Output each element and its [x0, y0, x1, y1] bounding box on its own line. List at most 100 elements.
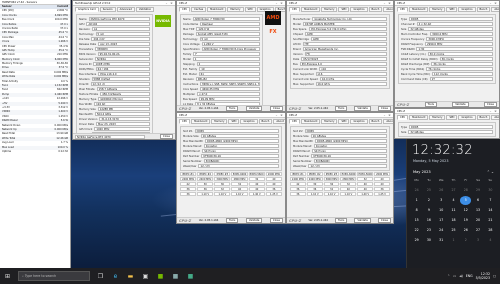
tab-item[interactable]: Bench: [258, 119, 273, 124]
gpuz-tabs[interactable]: Graphics Card Sensors Advanced Validation: [73, 6, 175, 13]
tab-item[interactable]: SPD: [244, 7, 256, 12]
close-icon[interactable]: ×: [388, 113, 391, 117]
tab-item[interactable]: About: [383, 7, 393, 12]
validate-button[interactable]: Validate: [452, 102, 469, 107]
cpuz-spd-window-slot1[interactable]: CPU-Z – × CPU Mainboard Memory SPD Graphics Ben…: [176, 112, 286, 224]
tab-item[interactable]: Sensors: [99, 7, 116, 12]
chevron-down-icon[interactable]: ⌄: [491, 170, 494, 174]
tab-item[interactable]: Graphics: [240, 119, 258, 124]
calendar-day[interactable]: 14: [485, 206, 496, 215]
tab-item[interactable]: About: [491, 115, 499, 120]
tab-item[interactable]: Graphics: [458, 7, 476, 12]
calendar-day[interactable]: 28: [460, 186, 471, 195]
calendar-day[interactable]: 27: [472, 226, 483, 235]
close-icon[interactable]: ×: [494, 1, 497, 5]
calendar-day[interactable]: 8: [411, 206, 422, 215]
tab-item[interactable]: Memory: [227, 7, 244, 12]
calendar-day[interactable]: 24: [411, 186, 422, 195]
close-button[interactable]: Close: [377, 218, 391, 223]
calendar-day[interactable]: 22: [411, 226, 422, 235]
windows-start-icon[interactable]: ⊞: [3, 272, 12, 281]
tab-item[interactable]: Bench: [476, 7, 491, 12]
minimize-icon[interactable]: –: [275, 1, 278, 5]
tab-item[interactable]: About: [383, 119, 393, 124]
language-indicator[interactable]: ENG: [466, 274, 473, 278]
minimize-icon[interactable]: –: [489, 1, 492, 5]
tab-item[interactable]: Memory: [321, 7, 338, 12]
calendar-day[interactable]: 3: [436, 196, 447, 205]
tools-button[interactable]: Tools: [334, 106, 348, 111]
validate-button[interactable]: Validate: [245, 106, 263, 111]
tab-item[interactable]: SPD: [338, 7, 350, 12]
tab-item[interactable]: About: [491, 7, 499, 12]
hwinfo-app-icon[interactable]: ■: [186, 272, 195, 281]
close-icon[interactable]: ×: [170, 1, 173, 5]
minimize-icon[interactable]: –: [165, 1, 168, 5]
calendar-day[interactable]: 2: [460, 236, 471, 245]
calendar-day[interactable]: 11: [448, 206, 459, 215]
tab-item[interactable]: Bench: [368, 119, 383, 124]
tools-button[interactable]: Tools: [225, 106, 239, 111]
gpu-select[interactable]: NVIDIA GeForce RTX 4070: [75, 134, 145, 139]
close-button[interactable]: Close: [377, 106, 391, 111]
tab-item[interactable]: Mainboard: [207, 7, 227, 12]
tab-item[interactable]: CPU: [179, 119, 191, 124]
validate-button[interactable]: Validate: [245, 218, 263, 223]
minimize-icon[interactable]: –: [489, 109, 492, 113]
tab-item[interactable]: Memory: [211, 119, 228, 124]
minimize-icon[interactable]: –: [383, 1, 386, 5]
calendar-day[interactable]: 4: [485, 236, 496, 245]
tab-item[interactable]: Graphics: [350, 119, 368, 124]
calendar-day[interactable]: 19: [460, 216, 471, 225]
calendar-day[interactable]: 16: [423, 216, 434, 225]
calendar-day[interactable]: 12: [460, 206, 471, 215]
calendar-day[interactable]: 13: [472, 206, 483, 215]
folder-icon[interactable]: ▬: [126, 272, 135, 281]
tab-item[interactable]: Caches: [191, 7, 207, 12]
calendar-day[interactable]: 29: [472, 186, 483, 195]
gpuz-app-icon[interactable]: ■: [156, 272, 165, 281]
tab-item[interactable]: Bench: [368, 7, 383, 12]
calendar-day[interactable]: 30: [423, 236, 434, 245]
validate-button[interactable]: Validate: [354, 106, 371, 111]
tab-item[interactable]: SPD: [228, 119, 240, 124]
calendar-day[interactable]: 3: [472, 236, 483, 245]
cpuz-spd-window-slot2[interactable]: CPU-Z – × CPU Mainboard Memory SPD Graphics Ben…: [286, 112, 394, 224]
search-box[interactable]: ⌕ Type here to search: [18, 271, 90, 281]
tab-item[interactable]: Mainboard: [301, 119, 321, 124]
minimize-icon[interactable]: –: [383, 113, 386, 117]
tab-item[interactable]: CPU: [289, 119, 301, 124]
taskbar-clock[interactable]: 12:32 5/5/2023: [476, 272, 490, 280]
cpuz-tabs[interactable]: CPUMainboardMemorySPDGraphicsBenchAbout: [177, 118, 285, 125]
sensor-list[interactable]: Sensor Current CPU [#0] 2,890 °C Core Clocks…: [0, 5, 70, 154]
calendar-day[interactable]: 7: [485, 196, 496, 205]
close-icon[interactable]: ×: [280, 113, 283, 117]
tools-button[interactable]: Tools: [225, 218, 239, 223]
calendar-day[interactable]: 29: [411, 236, 422, 245]
network-icon[interactable]: ▭: [453, 274, 456, 278]
cpuz-mainboard-window[interactable]: CPU-Z – × CPU Mainboard Memory SPD Graphics Ben…: [286, 0, 394, 112]
minimize-icon[interactable]: –: [275, 113, 278, 117]
tab-item[interactable]: Memory: [429, 7, 446, 12]
calendar-day[interactable]: 5: [460, 196, 472, 205]
chevron-up-icon[interactable]: ⌃: [447, 274, 450, 278]
tab-item[interactable]: Mainboard: [191, 119, 211, 124]
calendar-day[interactable]: 21: [485, 216, 496, 225]
calendar-day[interactable]: 2: [423, 196, 434, 205]
tab-item[interactable]: SPD: [338, 119, 350, 124]
clock-flyout[interactable]: 12:32:32 Monday, 5 May 2023 May 2023 ⌃ ⌄ …: [406, 139, 500, 268]
hwinfo-window[interactable]: HWiNFO64 v7.42 - Sensors Sensor Current CP…: [0, 0, 71, 268]
cpuz-memory-window[interactable]: CPU-Z – × CPU Mainboard Memory SPD Graphics Ben…: [394, 0, 500, 108]
cpuz-cpu-window[interactable]: CPU-Z – × CPU Caches Mainboard Memory SPD Graph…: [176, 0, 286, 112]
notification-icon[interactable]: ▢: [493, 274, 496, 278]
sensor-row[interactable]: Uptime 0:12:32: [0, 150, 70, 154]
tab-item[interactable]: CPU: [397, 7, 409, 12]
calendar-day[interactable]: 4: [448, 196, 459, 205]
calendar-day[interactable]: 26: [460, 226, 471, 235]
tab-item[interactable]: SPD: [446, 7, 458, 12]
tab-item[interactable]: Graphics: [350, 7, 368, 12]
close-icon[interactable]: ×: [280, 1, 283, 5]
calendar-day[interactable]: 17: [436, 216, 447, 225]
close-button[interactable]: Close: [269, 106, 283, 111]
calendar-nav[interactable]: ⌃ ⌄: [487, 170, 494, 174]
